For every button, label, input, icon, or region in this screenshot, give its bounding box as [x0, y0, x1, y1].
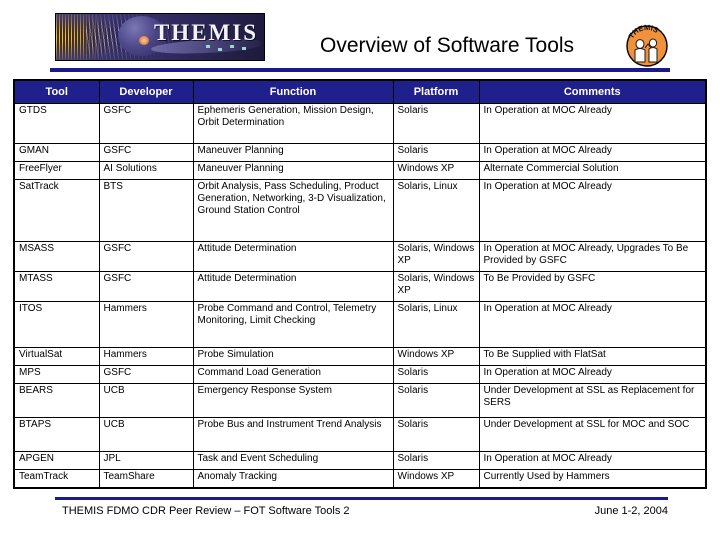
- cell-tool: MSASS: [13, 241, 100, 272]
- cell-platform: Solaris: [392, 143, 480, 162]
- cell-function: Attitude Determination: [192, 271, 394, 302]
- cell-tool: GMAN: [13, 143, 100, 162]
- cell-comments: To Be Provided by GSFC: [478, 271, 707, 302]
- cell-platform: Solaris, Windows XP: [392, 271, 480, 302]
- table-body: GTDS GSFC Ephemeris Generation, Mission De…: [13, 103, 707, 488]
- cell-platform: Solaris: [392, 365, 480, 384]
- cell-developer: GSFC: [98, 271, 194, 302]
- cell-developer: UCB: [98, 417, 194, 452]
- themis-seal-icon: THEMIS: [626, 24, 668, 67]
- table-row: MPS GSFC Command Load Generation Solaris In …: [13, 365, 707, 384]
- themis-wordmark: THEMIS: [153, 20, 258, 45]
- cell-tool: FreeFlyer: [13, 161, 100, 180]
- cell-tool: BTAPS: [13, 417, 100, 452]
- column-header-function: Function: [192, 79, 394, 104]
- page-title: Overview of Software Tools: [320, 34, 575, 57]
- cell-function: Probe Bus and Instrument Trend Analysis: [192, 417, 394, 452]
- cell-function: Maneuver Planning: [192, 143, 394, 162]
- table-row: MSASS GSFC Attitude Determination Solaris, …: [13, 241, 707, 272]
- table-row: BTAPS UCB Probe Bus and Instrument Trend A…: [13, 417, 707, 452]
- cell-developer: AI Solutions: [98, 161, 194, 180]
- cell-tool: GTDS: [13, 103, 100, 144]
- cell-function: Attitude Determination: [192, 241, 394, 272]
- column-header-comments: Comments: [478, 79, 707, 104]
- table-row: BEARS UCB Emergency Response System Solaris…: [13, 383, 707, 418]
- cell-comments: In Operation at MOC Already: [478, 451, 707, 470]
- cell-platform: Solaris, Windows XP: [392, 241, 480, 272]
- column-header-platform: Platform: [392, 79, 480, 104]
- cell-tool: VirtualSat: [13, 347, 100, 366]
- cell-function: Maneuver Planning: [192, 161, 394, 180]
- table-row: VirtualSat Hammers Probe Simulation Windows…: [13, 347, 707, 366]
- cell-comments: Under Development at SSL for MOC and SOC: [478, 417, 707, 452]
- cell-function: Anomaly Tracking: [192, 469, 394, 488]
- cell-function: Ephemeris Generation, Mission Design, Or…: [192, 103, 394, 144]
- cell-tool: SatTrack: [13, 179, 100, 242]
- cell-developer: GSFC: [98, 103, 194, 144]
- cell-platform: Windows XP: [392, 469, 480, 488]
- cell-function: Command Load Generation: [192, 365, 394, 384]
- footer-left-text: THEMIS FDMO CDR Peer Review – FOT Softwa…: [62, 505, 350, 517]
- cell-developer: BTS: [98, 179, 194, 242]
- table-row: GTDS GSFC Ephemeris Generation, Mission De…: [13, 103, 707, 144]
- cell-platform: Solaris, Linux: [392, 301, 480, 348]
- table-row: ITOS Hammers Probe Command and Control, Te…: [13, 301, 707, 348]
- cell-comments: Under Development at SSL as Replacement …: [478, 383, 707, 418]
- cell-platform: Windows XP: [392, 347, 480, 366]
- cell-function: Orbit Analysis, Pass Scheduling, Product…: [192, 179, 394, 242]
- cell-tool: TeamTrack: [13, 469, 100, 488]
- cell-developer: UCB: [98, 383, 194, 418]
- table-row: TeamTrack TeamShare Anomaly Tracking Window…: [13, 469, 707, 488]
- cell-tool: APGEN: [13, 451, 100, 470]
- cell-comments: In Operation at MOC Already: [478, 103, 707, 144]
- cell-developer: Hammers: [98, 301, 194, 348]
- table-row: GMAN GSFC Maneuver Planning Solaris In Opera…: [13, 143, 707, 162]
- cell-developer: Hammers: [98, 347, 194, 366]
- cell-tool: BEARS: [13, 383, 100, 418]
- cell-developer: GSFC: [98, 143, 194, 162]
- themis-banner-logo: THEMIS: [55, 13, 265, 61]
- cell-platform: Solaris: [392, 417, 480, 452]
- cell-comments: In Operation at MOC Already: [478, 301, 707, 348]
- cell-platform: Solaris: [392, 103, 480, 144]
- cell-developer: GSFC: [98, 241, 194, 272]
- footer-right-text: June 1-2, 2004: [594, 505, 668, 517]
- cell-developer: TeamShare: [98, 469, 194, 488]
- cell-developer: GSFC: [98, 365, 194, 384]
- table-row: MTASS GSFC Attitude Determination Solaris, …: [13, 271, 707, 302]
- cell-comments: To Be Supplied with FlatSat: [478, 347, 707, 366]
- reconnection-hotspot-icon: [139, 36, 149, 45]
- cell-platform: Solaris, Linux: [392, 179, 480, 242]
- table-row: SatTrack BTS Orbit Analysis, Pass Scheduli…: [13, 179, 707, 242]
- software-tools-table: Tool Developer Function Platform Comment…: [13, 79, 707, 489]
- cell-platform: Windows XP: [392, 161, 480, 180]
- footer-divider: [55, 497, 668, 500]
- cell-platform: Solaris: [392, 383, 480, 418]
- software-tools-table-container: Tool Developer Function Platform Comment…: [13, 79, 707, 489]
- slide-header: THEMIS Overview of Software Tools THEMIS: [0, 0, 720, 72]
- table-row: FreeFlyer AI Solutions Maneuver Planning Wi…: [13, 161, 707, 180]
- column-header-developer: Developer: [98, 79, 194, 104]
- cell-comments: Alternate Commercial Solution: [478, 161, 707, 180]
- cell-function: Task and Event Scheduling: [192, 451, 394, 470]
- cell-comments: In Operation at MOC Already: [478, 365, 707, 384]
- cell-developer: JPL: [98, 451, 194, 470]
- cell-tool: ITOS: [13, 301, 100, 348]
- probe-icon-4: [242, 47, 246, 50]
- cell-comments: In Operation at MOC Already: [478, 143, 707, 162]
- table-row: APGEN JPL Task and Event Scheduling Solaris…: [13, 451, 707, 470]
- cell-comments: In Operation at MOC Already, Upgrades To…: [478, 241, 707, 272]
- column-header-tool: Tool: [13, 79, 100, 104]
- table-header-row: Tool Developer Function Platform Comment…: [13, 79, 707, 104]
- cell-function: Probe Simulation: [192, 347, 394, 366]
- cell-tool: MTASS: [13, 271, 100, 302]
- cell-function: Emergency Response System: [192, 383, 394, 418]
- title-divider: [50, 68, 670, 72]
- cell-comments: Currently Used by Hammers: [478, 469, 707, 488]
- cell-tool: MPS: [13, 365, 100, 384]
- cell-comments: In Operation at MOC Already: [478, 179, 707, 242]
- cell-platform: Solaris: [392, 451, 480, 470]
- probe-icon-2: [218, 48, 222, 51]
- cell-function: Probe Command and Control, Telemetry Mon…: [192, 301, 394, 348]
